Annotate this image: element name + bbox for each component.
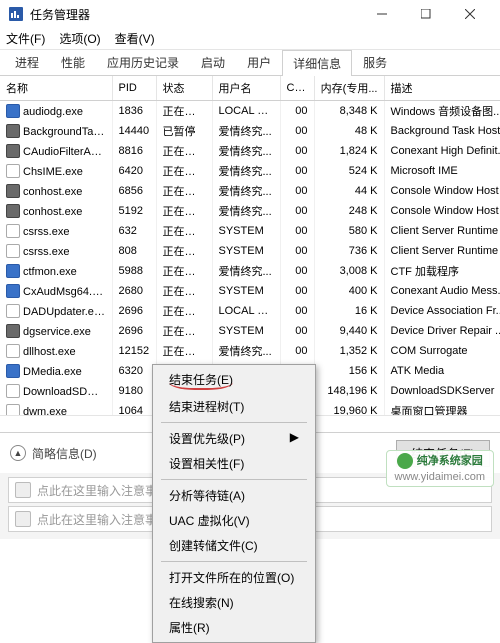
tab-0[interactable]: 进程 [4,49,50,75]
process-icon [6,244,20,258]
col-name[interactable]: 名称 [0,76,112,101]
process-icon [6,264,20,278]
process-icon [6,224,20,238]
process-icon [6,204,20,218]
close-icon [465,9,475,19]
ctx-uac-virt[interactable]: UAC 虚拟化(V) [155,508,313,533]
tab-1[interactable]: 性能 [50,49,96,75]
tab-5[interactable]: 详细信息 [282,50,352,76]
tab-3[interactable]: 启动 [190,49,236,75]
process-icon [6,404,20,416]
table-row[interactable]: dllhost.exe12152正在运行爱情终究...001,352 KCOM … [0,341,500,361]
ctx-open-location[interactable]: 打开文件所在的位置(O) [155,565,313,590]
col-status[interactable]: 状态 [156,76,212,101]
fewer-details-label: 简略信息(D) [32,445,97,462]
process-icon [6,164,20,178]
ctx-analyze-wait[interactable]: 分析等待链(A) [155,483,313,508]
search-placeholder: 点此在这里输入注意事项 [37,511,169,528]
table-row[interactable]: DADUpdater.exe2696正在运行LOCAL SE...0016 KD… [0,301,500,321]
separator [161,479,307,480]
col-user[interactable]: 用户名 [212,76,280,101]
process-icon [6,344,20,358]
table-row[interactable]: dgservice.exe2696正在运行SYSTEM009,440 KDevi… [0,321,500,341]
table-row[interactable]: conhost.exe6856正在运行爱情终究...0044 KConsole … [0,181,500,201]
separator [161,422,307,423]
col-pid[interactable]: PID [112,76,156,101]
process-icon [6,184,20,198]
ctx-search-online[interactable]: 在线搜索(N) [155,590,313,615]
tab-4[interactable]: 用户 [236,49,282,75]
window-title: 任务管理器 [30,6,360,23]
process-icon [6,384,20,398]
fewer-details-link[interactable]: ▲ 简略信息(D) [10,445,97,462]
close-button[interactable] [448,0,492,28]
titlebar: 任务管理器 [0,0,500,28]
taskmgr-icon [8,6,24,22]
ctx-end-tree[interactable]: 结束进程树(T) [155,394,313,419]
ctx-create-dump[interactable]: 创建转储文件(C) [155,533,313,558]
maximize-button[interactable] [404,0,448,28]
table-row[interactable]: conhost.exe5192正在运行爱情终究...00248 KConsole… [0,201,500,221]
app-icon [15,482,31,498]
minimize-icon [377,9,387,19]
table-row[interactable]: CAudioFilterAgent...8816正在运行爱情终究...001,8… [0,141,500,161]
ctx-end-task[interactable]: 结束任务(E) [155,367,313,394]
menu-options[interactable]: 选项(O) [59,30,100,47]
menu-view[interactable]: 查看(V) [115,30,155,47]
watermark-url: www.yidaimei.com [395,471,485,484]
process-icon [6,304,20,318]
process-icon [6,124,20,138]
app-icon [15,511,31,527]
search-placeholder: 点此在这里输入注意事项 [37,482,169,499]
minimize-button[interactable] [360,0,404,28]
tab-2[interactable]: 应用历史记录 [96,49,190,75]
tab-bar: 进程性能应用历史记录启动用户详细信息服务 [0,50,500,76]
col-cpu[interactable]: CPU [280,76,314,101]
table-row[interactable]: ctfmon.exe5988正在运行爱情终究...003,008 KCTF 加载… [0,261,500,281]
logo-icon [397,453,413,469]
ctx-set-affinity[interactable]: 设置相关性(F) [155,451,313,476]
col-mem[interactable]: 内存(专用... [314,76,384,101]
table-row[interactable]: csrss.exe808正在运行SYSTEM00736 KClient Serv… [0,241,500,261]
menu-file[interactable]: 文件(F) [6,30,45,47]
ctx-properties[interactable]: 属性(R) [155,615,313,640]
process-icon [6,364,20,378]
chevron-up-icon: ▲ [10,445,26,461]
process-icon [6,144,20,158]
menubar: 文件(F) 选项(O) 查看(V) [0,28,500,50]
separator [161,561,307,562]
table-row[interactable]: csrss.exe632正在运行SYSTEM00580 KClient Serv… [0,221,500,241]
process-icon [6,324,20,338]
tab-6[interactable]: 服务 [352,49,398,75]
watermark-brand: 纯净系统家园 [417,455,483,468]
ctx-set-priority[interactable]: 设置优先级(P)▶ [155,426,313,451]
table-row[interactable]: audiodg.exe1836正在运行LOCAL SE...008,348 KW… [0,101,500,122]
process-icon [6,284,20,298]
process-icon [6,104,20,118]
maximize-icon [421,9,431,19]
table-row[interactable]: CxAudMsg64.exe2680正在运行SYSTEM00400 KConex… [0,281,500,301]
table-row[interactable]: ChsIME.exe6420正在运行爱情终究...00524 KMicrosof… [0,161,500,181]
table-row[interactable]: BackgroundTaskH...14440已暂停爱情终究...0048 KB… [0,121,500,141]
col-desc[interactable]: 描述 [384,76,500,101]
context-menu: 结束任务(E) 结束进程树(T) 设置优先级(P)▶ 设置相关性(F) 分析等待… [152,364,316,643]
watermark: 纯净系统家园 www.yidaimei.com [386,450,494,487]
